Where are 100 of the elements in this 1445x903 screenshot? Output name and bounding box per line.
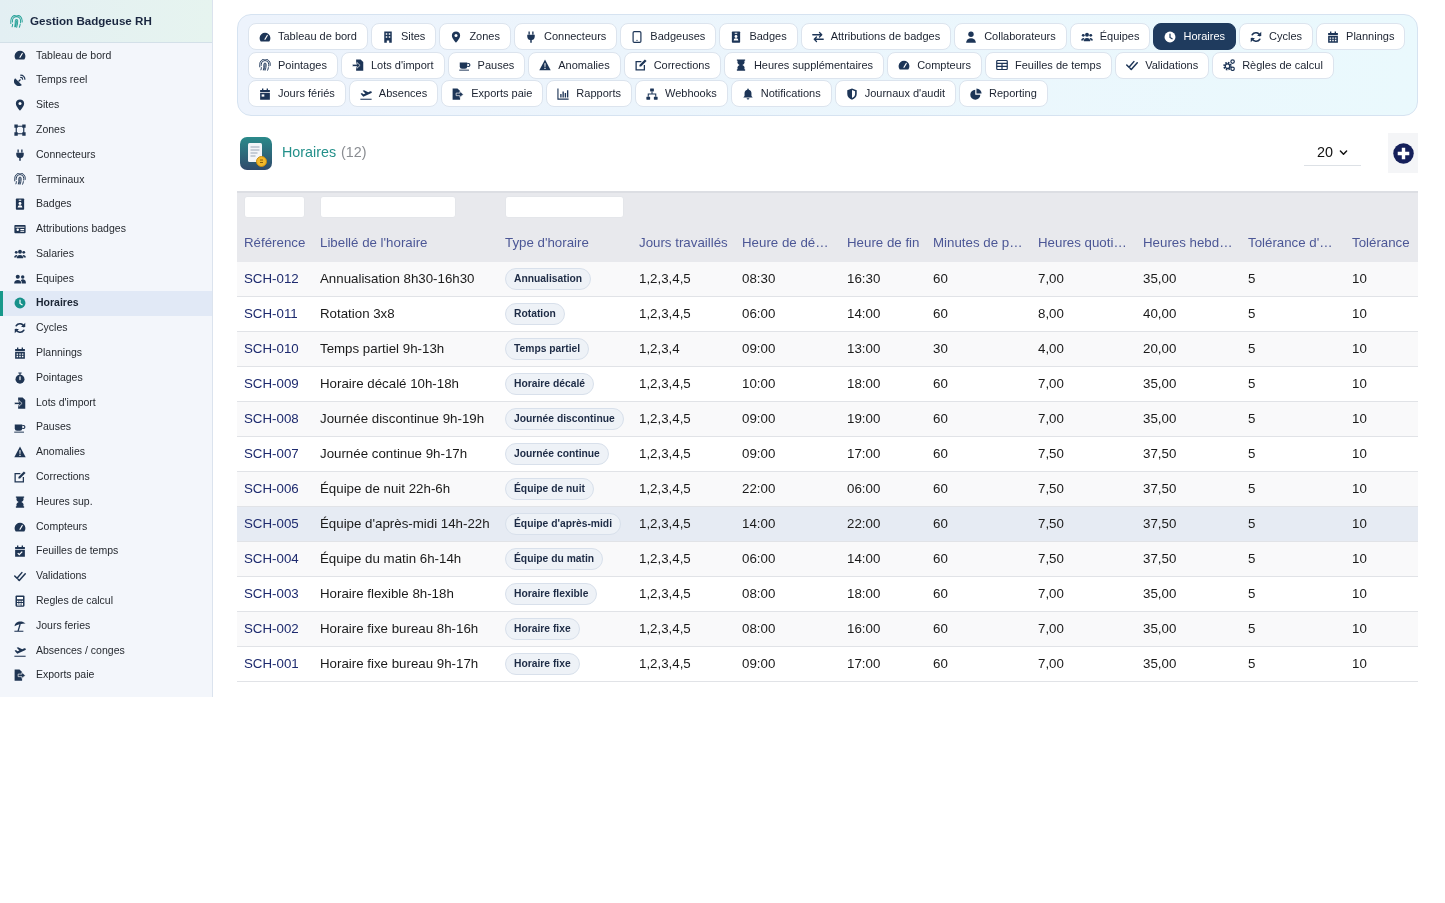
add-button[interactable]: [1388, 133, 1418, 173]
nav-tab[interactable]: Rapports: [546, 80, 632, 107]
filter-field[interactable]: [505, 196, 624, 218]
sidebar-item[interactable]: Compteurs: [0, 514, 212, 539]
sidebar-item[interactable]: Zones: [0, 117, 212, 143]
nav-tab[interactable]: Sites: [370, 23, 437, 50]
sidebar-item[interactable]: Feuilles de temps: [0, 538, 212, 564]
nav-tab[interactable]: Webhooks: [634, 80, 728, 107]
nav-tab[interactable]: Jours fériés: [248, 80, 346, 107]
nav-tab[interactable]: Lots d'import: [340, 51, 445, 79]
reference-link[interactable]: SCH-004: [244, 551, 299, 567]
reference-link[interactable]: SCH-007: [244, 446, 299, 462]
sidebar-item[interactable]: Pointages: [0, 365, 212, 391]
nav-tab[interactable]: Reporting: [959, 80, 1048, 107]
table-row[interactable]: SCH-012 Annualisation 8h30-16h30 Annualisation 1,2,3,4,5 08:30 16:30 60 7,00 35,00 5 10: [237, 262, 1418, 297]
table-row[interactable]: SCH-010 Temps partiel 9h-13h Temps partiel 1,2,3,4 09:00 13:00 30 4,00 20,00 5 10: [237, 332, 1418, 367]
reference-link[interactable]: SCH-008: [244, 411, 299, 427]
sidebar-item[interactable]: Anomalies: [0, 439, 212, 465]
tablet-icon: [631, 30, 644, 43]
reference-link[interactable]: SCH-006: [244, 481, 299, 497]
column-header: Référence: [244, 234, 306, 253]
nav-tab[interactable]: Notifications: [730, 80, 832, 107]
sidebar-item[interactable]: Regles de calcul: [0, 588, 212, 614]
table-row[interactable]: SCH-006 Équipe de nuit 22h-6h Équipe de nuit 1,2,3,4,5 22:00 06:00 60 7,50 37,50 5 10: [237, 472, 1418, 507]
filter-field[interactable]: [244, 196, 305, 218]
column-header: Heures hebd…: [1143, 234, 1233, 253]
reference-link[interactable]: SCH-005: [244, 516, 299, 532]
id-badge-icon: [14, 198, 26, 211]
table-cell-text: 08:00: [741, 620, 777, 639]
sidebar-item[interactable]: Terminaux: [0, 167, 212, 192]
sidebar-item[interactable]: Plannings: [0, 340, 212, 366]
nav-tab[interactable]: Feuilles de temps: [984, 51, 1113, 79]
table-cell-text: 5: [1247, 620, 1257, 639]
table-cell-text: 35,00: [1142, 270, 1178, 289]
reference-link[interactable]: SCH-003: [244, 586, 299, 602]
calendar-icon: [14, 346, 26, 359]
table-cell-text: Équipe du matin 6h-14h: [319, 550, 463, 569]
nav-tab[interactable]: Pauses: [447, 51, 526, 79]
nav-tab[interactable]: Anomalies: [528, 51, 621, 79]
nav-tab[interactable]: Tableau de bord: [248, 23, 368, 50]
sidebar-item[interactable]: Exports paie: [0, 662, 212, 688]
nav-tab[interactable]: Exports paie: [441, 80, 544, 107]
sidebar-item[interactable]: Pauses: [0, 414, 212, 440]
nav-tab[interactable]: Journaux d'audit: [834, 80, 957, 107]
sidebar-item[interactable]: Horaires: [0, 290, 212, 316]
table-row[interactable]: SCH-008 Journée discontinue 9h-19h Journée discontinue 1,2,3,4,5 09:00 19:00 60 7,00 35,00 5 10: [237, 402, 1418, 437]
sidebar-item[interactable]: Connecteurs: [0, 142, 212, 167]
table-cell-text: 1,2,3,4,5: [638, 550, 692, 569]
nav-tab[interactable]: Règles de calcul: [1212, 51, 1334, 79]
nav-tab[interactable]: Badgeuses: [620, 23, 717, 50]
building-icon: [381, 30, 394, 43]
table-row[interactable]: SCH-005 Équipe d'après-midi 14h-22h Équipe d'après-midi 1,2,3,4,5 14:00 22:00 60 7,50 37,50 5 10: [237, 507, 1418, 542]
sidebar-item[interactable]: Attributions badges: [0, 216, 212, 242]
shield-icon: [845, 87, 858, 100]
reference-link[interactable]: SCH-010: [244, 341, 299, 357]
table-cell-text: 60: [932, 410, 949, 429]
nav-tab[interactable]: Zones: [439, 23, 511, 50]
nav-tab[interactable]: Validations: [1115, 51, 1210, 79]
table-row[interactable]: SCH-002 Horaire fixe bureau 8h-16h Horaire fixe 1,2,3,4,5 08:00 16:00 60 7,00 35,00 5 10: [237, 612, 1418, 647]
nav-tab[interactable]: Compteurs: [887, 51, 982, 79]
sidebar-item[interactable]: Absences / conges: [0, 638, 212, 663]
sidebar-item[interactable]: Jours feries: [0, 613, 212, 639]
reference-link[interactable]: SCH-009: [244, 376, 299, 392]
reference-link[interactable]: SCH-002: [244, 621, 299, 637]
sidebar-item[interactable]: Salaries: [0, 241, 212, 267]
nav-tab[interactable]: Cycles: [1239, 23, 1314, 50]
sidebar-item[interactable]: Sites: [0, 92, 212, 118]
table-cell-text: 09:00: [741, 655, 777, 674]
schedule-type-tag: Horaire flexible: [505, 582, 598, 606]
sidebar-item[interactable]: Tableau de bord: [0, 43, 212, 68]
nav-tab[interactable]: Équipes: [1069, 23, 1151, 50]
nav-tab[interactable]: Heures supplémentaires: [723, 51, 885, 79]
sidebar-item[interactable]: Validations: [0, 563, 212, 589]
sidebar-item[interactable]: Equipes: [0, 266, 212, 291]
table-cell-text: 17:00: [846, 445, 882, 464]
sidebar-item[interactable]: Cycles: [0, 315, 212, 341]
sidebar-item[interactable]: Corrections: [0, 464, 212, 490]
table-cell-text: 5: [1247, 375, 1257, 394]
nav-tab[interactable]: Badges: [719, 23, 798, 50]
sidebar-item[interactable]: Temps reel: [0, 67, 212, 93]
sidebar-item[interactable]: Lots d'import: [0, 390, 212, 415]
sidebar-item[interactable]: Badges: [0, 191, 212, 217]
nav-tab[interactable]: Corrections: [623, 51, 721, 79]
table-cell-text: 06:00: [741, 550, 777, 569]
nav-tab[interactable]: Collaborateurs: [954, 23, 1067, 50]
nav-tab[interactable]: Pointages: [248, 51, 338, 79]
reference-link[interactable]: SCH-012: [244, 271, 299, 287]
reference-link[interactable]: SCH-011: [244, 306, 298, 322]
nav-tab[interactable]: Attributions de badges: [800, 23, 952, 50]
file-import-icon: [351, 59, 364, 71]
nav-tab[interactable]: Absences: [348, 80, 439, 107]
filter-field[interactable]: [320, 196, 456, 218]
page-size-select[interactable]: 20: [1304, 140, 1361, 166]
schedule-type-tag: Journée continue: [505, 442, 609, 466]
sidebar-item[interactable]: Heures sup.: [0, 489, 212, 515]
nav-tab[interactable]: Plannings: [1316, 23, 1406, 50]
nav-tab[interactable]: Horaires: [1153, 23, 1237, 50]
reference-link[interactable]: SCH-001: [244, 656, 299, 672]
table-row[interactable]: SCH-004 Équipe du matin 6h-14h Équipe du matin 1,2,3,4,5 06:00 14:00 60 7,50 37,50 5 10: [237, 542, 1418, 577]
nav-tab[interactable]: Connecteurs: [513, 23, 618, 50]
